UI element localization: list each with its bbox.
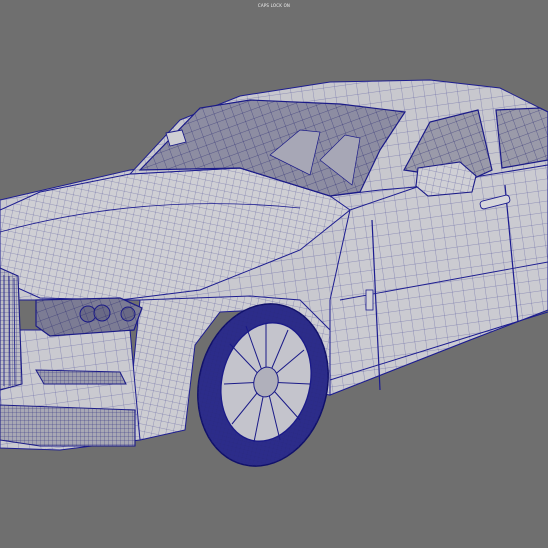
3d-viewport[interactable]: CAPS LOCK ON: [0, 0, 548, 548]
car-model-icon[interactable]: [0, 0, 548, 548]
